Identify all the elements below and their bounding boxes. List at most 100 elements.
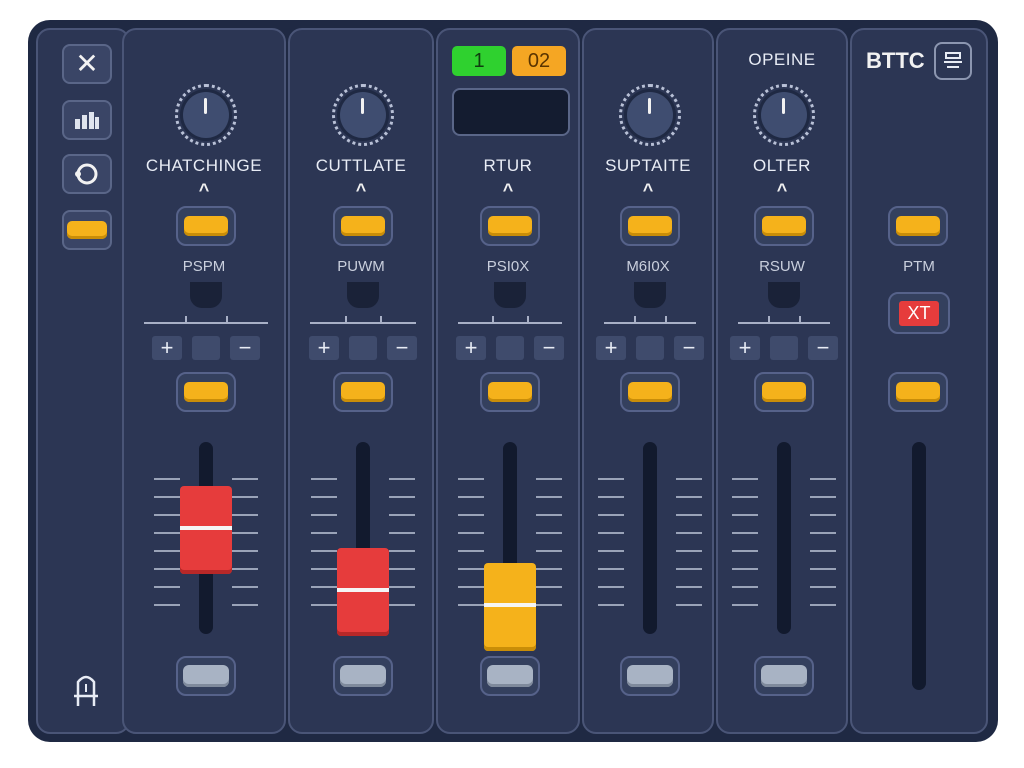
channel-divider [458,322,562,324]
fader-scale-mark [311,550,337,552]
channel-knob[interactable] [761,92,807,138]
minus-button[interactable]: − [808,336,838,360]
channel-divider [144,322,268,324]
divider-tick [768,316,771,324]
channel-amber-button-2[interactable] [620,372,680,412]
channel-label: CHATCHINGE [145,156,263,175]
plus-button[interactable]: + [596,336,626,360]
fader-scale-mark [536,550,562,552]
master-amber-button-bottom[interactable] [888,372,948,412]
fader-scale-mark [732,478,758,480]
minus-button[interactable]: − [387,336,417,360]
fader-scale-mark [389,514,415,516]
channel-amber-button-2[interactable] [333,372,393,412]
divider-tick [492,316,495,324]
fader-track[interactable] [777,442,791,634]
fader-scale-mark [458,568,484,570]
channel-knob[interactable] [183,92,229,138]
channel-amber-button[interactable] [333,206,393,246]
channel-mute-button[interactable] [480,656,540,696]
channel-mute-button[interactable] [176,656,236,696]
channel-label: RTUR [483,156,533,175]
chevron-up-icon[interactable]: ^ [718,180,846,201]
channel-sublabel: M6I0X [626,258,670,275]
fader-scale-mark [232,604,258,606]
fader-knob[interactable] [180,486,232,574]
channel-switch[interactable] [190,282,222,308]
chevron-up-icon[interactable]: ^ [290,180,432,201]
fader-scale-mark [232,532,258,534]
fader-knob[interactable] [337,548,389,636]
channel-amber-button-2[interactable] [480,372,540,412]
minus-button[interactable]: − [230,336,260,360]
divider-tick [634,316,637,324]
fader-track[interactable] [643,442,657,634]
channel-strip: OPEINE OLTER ^ RSUW + − [716,28,848,734]
divider-tick [344,316,347,324]
fader-scale-mark [311,496,337,498]
channel-badge-orange[interactable]: 02 [512,46,566,76]
chevron-up-icon[interactable]: ^ [438,180,578,201]
fader-scale-mark [311,478,337,480]
fader-scale-mark [311,532,337,534]
fader-scale-mark [732,550,758,552]
channel-mute-button[interactable] [620,656,680,696]
fader-scale-mark [598,478,624,480]
fader-scale-mark [389,568,415,570]
fader-scale-mark [676,478,702,480]
pin-icon[interactable] [70,670,102,710]
channel-knob[interactable] [340,92,386,138]
fader-scale-mark [536,586,562,588]
fader-scale-mark [676,568,702,570]
master-title: BTTC [866,48,925,73]
channel-knob[interactable] [627,92,673,138]
channel-sublabel: PUWM [337,258,385,275]
fader-scale-mark [732,604,758,606]
sidebar: ✕ [36,28,130,734]
channel-mute-button[interactable] [333,656,393,696]
sidebar-amber-button[interactable] [62,210,112,250]
plus-button[interactable]: + [152,336,182,360]
fader-scale-mark [676,550,702,552]
master-alert-button[interactable]: XT [888,292,950,334]
chevron-up-icon[interactable]: ^ [584,180,712,201]
minus-button[interactable]: − [674,336,704,360]
channel-divider [310,322,416,324]
plus-button[interactable]: + [456,336,486,360]
fader-knob[interactable] [484,563,536,651]
channel-amber-button-2[interactable] [176,372,236,412]
channel-amber-button-2[interactable] [754,372,814,412]
divider-tick [184,316,187,324]
channel-amber-button[interactable] [754,206,814,246]
fader-scale-mark [598,586,624,588]
refresh-button[interactable] [62,154,112,194]
channel-switch[interactable] [634,282,666,308]
channel-display [452,88,570,136]
fader-scale-mark [154,568,180,570]
channel-badge-green[interactable]: 1 [452,46,506,76]
channel-switch[interactable] [347,282,379,308]
fader-scale-mark [458,604,484,606]
plus-button[interactable]: + [309,336,339,360]
master-fader-track[interactable] [912,442,926,690]
master-settings-button[interactable] [934,42,972,80]
fader-scale-mark [536,532,562,534]
master-panel: BTTC PTM XT [850,28,988,734]
grid-button[interactable] [62,100,112,140]
fader-scale-mark [458,586,484,588]
fader-scale-mark [810,532,836,534]
master-amber-button-top[interactable] [888,206,948,246]
channel-amber-button[interactable] [176,206,236,246]
channel-switch[interactable] [494,282,526,308]
channel-mute-button[interactable] [754,656,814,696]
channel-amber-button[interactable] [480,206,540,246]
chevron-up-icon[interactable]: ^ [124,180,284,201]
plus-button[interactable]: + [730,336,760,360]
fader-scale-mark [389,604,415,606]
channel-amber-button[interactable] [620,206,680,246]
fader-scale-mark [154,604,180,606]
minus-button[interactable]: − [534,336,564,360]
channel-switch[interactable] [768,282,800,308]
fader-scale-mark [676,496,702,498]
close-button[interactable]: ✕ [62,44,112,84]
